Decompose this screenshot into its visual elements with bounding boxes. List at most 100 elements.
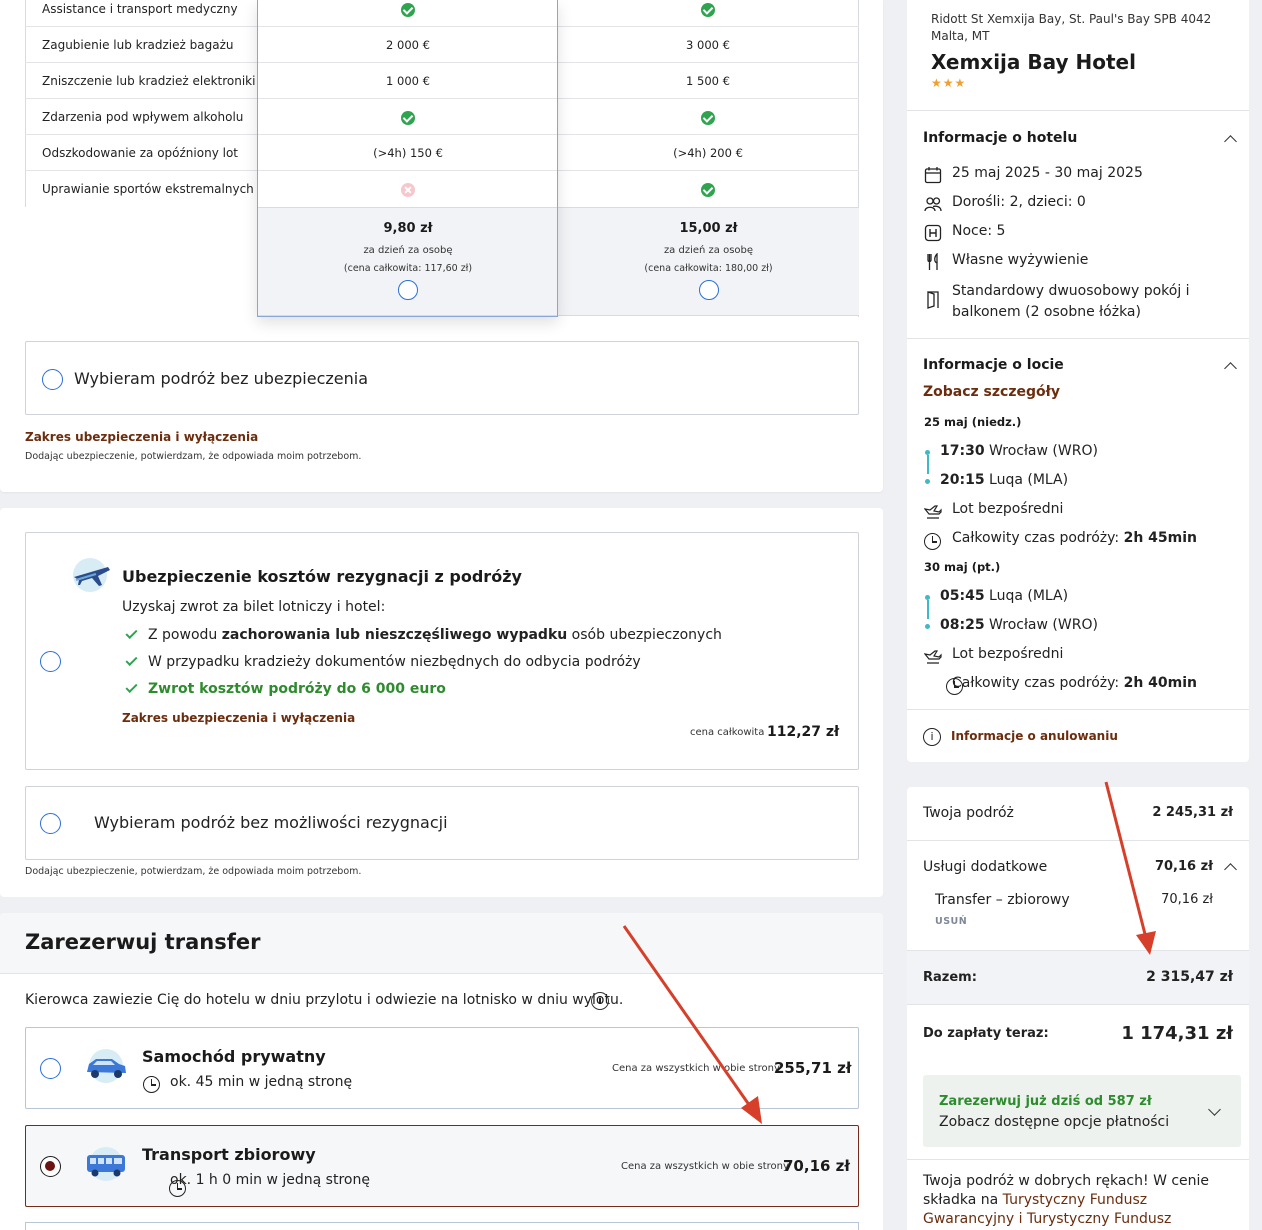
no-cancellation-option[interactable]: Wybieram podróż bez możliwości rezygnacj… <box>25 786 859 860</box>
divider <box>907 709 1249 710</box>
no-insurance-option[interactable]: Wybieram podróż bez ubezpieczenia <box>25 341 859 415</box>
return-duration: Całkowity czas podróży: 2h 40min <box>952 675 1197 691</box>
transfer-title: Zarezerwuj transfer <box>25 930 261 954</box>
table-row: Zagubienie lub kradzież bagażu 2 000 € 3… <box>25 27 859 63</box>
shared-transport-radio[interactable] <box>40 1156 61 1177</box>
plan2-radio[interactable] <box>698 280 719 300</box>
plan2-price: 15,00 zł <box>679 221 738 236</box>
car-icon <box>87 1049 126 1083</box>
outbound-type: Lot bezpośredni <box>952 501 1064 517</box>
shared-transport-price: 70,16 zł <box>783 1157 850 1175</box>
divider <box>907 840 1249 841</box>
guarantee-text: Twoja podróż w dobrych rękach! W cenie s… <box>923 1172 1241 1230</box>
calendar-icon <box>924 167 942 184</box>
divider <box>907 1159 1249 1160</box>
row-label: Uprawianie sportów ekstremalnych <box>42 182 254 196</box>
table-row: Odszkodowanie za opóźniony lot (>4h) 150… <box>25 135 859 171</box>
no-insurance-radio[interactable] <box>42 369 63 390</box>
outbound-departure: 17:30 Wrocław (WRO) <box>940 443 1098 459</box>
row-value-plan2: 1 500 € <box>686 74 730 88</box>
payment-options-promo[interactable]: Zarezerwuj już dziś od 587 zł Zobacz dos… <box>923 1075 1241 1147</box>
no-cancellation-radio[interactable] <box>40 813 61 834</box>
total-row: Razem: 2 315,47 zł <box>923 969 1233 985</box>
promo-subtitle: Zobacz dostępne opcje płatności <box>939 1114 1170 1130</box>
cancellation-radio[interactable] <box>40 651 61 672</box>
transfer-extra-row: Transfer – zbiorowy 70,16 zł <box>935 892 1213 908</box>
plane-icon <box>924 650 942 664</box>
bus-icon <box>87 1147 125 1181</box>
private-car-price: 255,71 zł <box>774 1059 852 1077</box>
insurance-scope-link[interactable]: Zakres ubezpieczenia i wyłączenia <box>25 430 258 444</box>
hotel-dates: 25 maj 2025 - 30 maj 2025 <box>952 165 1143 181</box>
trip-value: 2 245,31 zł <box>1152 805 1233 820</box>
plan2-per-day: za dzień za osobę <box>663 245 754 256</box>
transfer-extra-label: Transfer – zbiorowy <box>935 892 1070 908</box>
return-departure: 05:45 Luqa (MLA) <box>940 588 1069 604</box>
transfer-extra-value: 70,16 zł <box>1161 892 1213 907</box>
table-row: Uprawianie sportów ekstremalnych <box>25 171 859 207</box>
cancellation-option-card[interactable]: Ubezpieczenie kosztów rezygnacji z podró… <box>25 532 859 770</box>
table-row: Assistance i transport medyczny <box>25 0 859 27</box>
row-label: Odszkodowanie za opóźniony lot <box>42 146 238 160</box>
chevron-down-icon[interactable] <box>1208 1103 1221 1116</box>
benefit-item: Z powodu zachorowania lub nieszczęśliweg… <box>125 626 722 643</box>
row-label: Zagubienie lub kradzież bagażu <box>42 38 234 52</box>
plan1-radio[interactable] <box>398 280 418 300</box>
timeline-dot <box>925 624 930 629</box>
benefit-item: Zwrot kosztów podróży do 6 000 euro <box>125 680 446 697</box>
hotel-stars: ★★★ <box>931 76 967 90</box>
plan1-price-block[interactable]: 9,80 zł za dzień za osobę (cena całkowit… <box>258 207 558 316</box>
hotel-name: Xemxija Bay Hotel <box>931 50 1136 74</box>
remove-transfer-link[interactable]: USUŃ <box>935 916 967 927</box>
cancellation-intro: Uzyskaj zwrot za bilet lotniczy i hotel: <box>122 599 386 615</box>
cancellation-scope-link[interactable]: Zakres ubezpieczenia i wyłączenia <box>122 711 355 725</box>
insurance-comparison-panel: Assistance i transport medyczny Zagubien… <box>0 0 883 492</box>
transfer-option-shared-transport[interactable]: Transport zbiorowy ok. 1 h 0 min w jedną… <box>25 1125 859 1207</box>
check-icon <box>701 2 715 17</box>
check-icon <box>125 653 138 667</box>
row-value-plan1: (>4h) 150 € <box>373 146 443 160</box>
private-car-price-label: Cena za wszystkich w obie strony <box>612 1063 780 1074</box>
row-label: Zniszczenie lub kradzież elektroniki <box>42 74 256 88</box>
row-value-plan2: 3 000 € <box>686 38 730 52</box>
row-label: Assistance i transport medyczny <box>42 2 238 16</box>
no-insurance-label: Wybieram podróż bez ubezpieczenia <box>74 369 369 388</box>
total-label: Razem: <box>923 970 977 985</box>
trip-label: Twoja podróż <box>923 805 1014 821</box>
row-value-plan2: (>4h) 200 € <box>673 146 743 160</box>
info-icon[interactable]: i <box>591 992 609 1010</box>
private-car-name: Samochód prywatny <box>142 1047 326 1066</box>
hotel-icon <box>924 224 942 242</box>
cancellation-price-label: cena całkowita <box>690 727 765 738</box>
guests-icon <box>924 197 942 212</box>
plan1-total: (cena całkowita: 117,60 zł) <box>343 263 473 274</box>
cancellation-info-link[interactable]: Informacje o anulowaniu <box>951 729 1118 743</box>
check-icon <box>401 2 415 17</box>
cancellation-title: Ubezpieczenie kosztów rezygnacji z podró… <box>122 567 522 586</box>
trip-price-row: Twoja podróż 2 245,31 zł <box>923 805 1233 821</box>
plane-icon <box>924 505 942 519</box>
table-row: Zniszczenie lub kradzież elektroniki 1 0… <box>25 63 859 99</box>
cancellation-price: 112,27 zł <box>767 724 840 740</box>
private-car-radio[interactable] <box>40 1058 61 1079</box>
return-arrival: 08:25 Wrocław (WRO) <box>940 617 1098 633</box>
divider <box>907 110 1249 111</box>
next-transfer-option[interactable] <box>25 1222 859 1230</box>
timeline-dot <box>925 479 930 484</box>
timeline-line <box>927 600 929 619</box>
check-icon <box>401 110 415 125</box>
hotel-guests: Dorośli: 2, dzieci: 0 <box>952 194 1086 210</box>
extras-row[interactable]: Usługi dodatkowe 70,16 zł <box>923 859 1213 875</box>
cancellation-insurance-panel: Ubezpieczenie kosztów rezygnacji z podró… <box>0 508 883 897</box>
info-icon: i <box>923 728 941 746</box>
outbound-date: 25 maj (niedz.) <box>924 415 1022 429</box>
cancellation-disclaimer: Dodając ubezpieczenie, potwierdzam, że o… <box>25 866 362 877</box>
transfer-description: Kierowca zawiezie Cię do hotelu w dniu p… <box>25 992 624 1008</box>
check-icon <box>701 182 715 197</box>
plan2-price-block[interactable]: 15,00 zł za dzień za osobę (cena całkowi… <box>558 207 859 316</box>
transfer-option-private-car[interactable]: Samochód prywatny ok. 45 min w jedną str… <box>25 1027 859 1109</box>
flight-details-link[interactable]: Zobacz szczegóły <box>923 384 1060 400</box>
hotel-info-title: Informacje o hotelu <box>923 130 1078 146</box>
return-date: 30 maj (pt.) <box>924 560 1001 574</box>
plan2-total: (cena całkowita: 180,00 zł) <box>644 263 773 274</box>
